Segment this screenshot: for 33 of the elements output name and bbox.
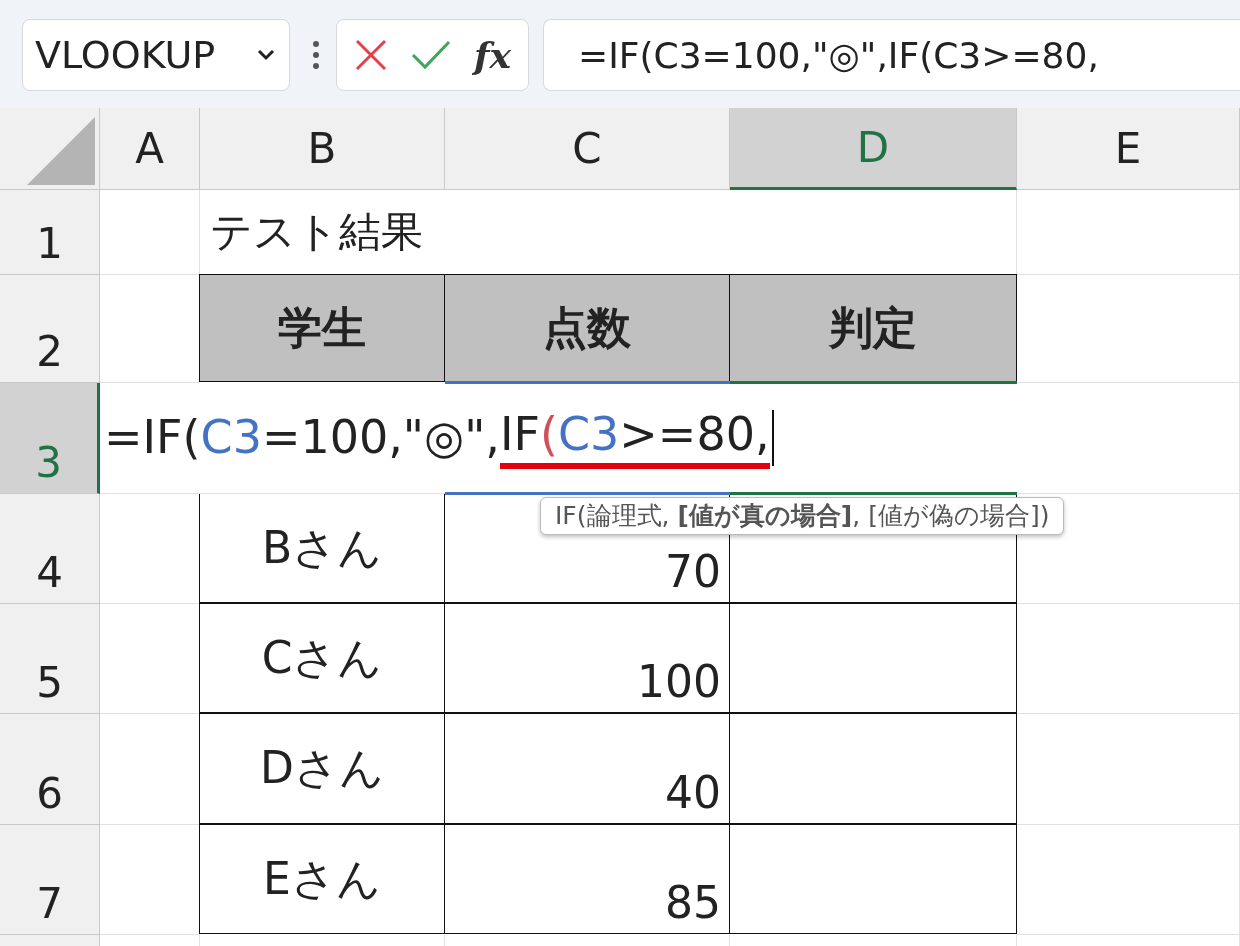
chevron-down-icon <box>257 49 275 61</box>
more-icon[interactable] <box>312 39 320 71</box>
table-cell: Eさん <box>199 824 445 934</box>
row-header[interactable]: 6 <box>0 714 100 825</box>
row-header[interactable]: 1 <box>0 190 100 275</box>
row-header[interactable]: 2 <box>0 275 100 383</box>
select-all-button[interactable] <box>0 108 100 190</box>
column-header[interactable]: E <box>1017 108 1240 190</box>
row-header[interactable]: 4 <box>0 494 100 604</box>
formula-field[interactable]: =IF(C3=100,"◎",IF(C3>=80, <box>543 19 1240 91</box>
header-cell: 判定 <box>729 274 1017 382</box>
row-header[interactable]: 7 <box>0 825 100 935</box>
table-cell: 85 <box>444 824 730 934</box>
table-cell: Bさん <box>199 493 445 603</box>
row-header[interactable]: 3 <box>0 383 100 494</box>
row-header[interactable]: 5 <box>0 604 100 714</box>
cancel-icon[interactable] <box>354 38 388 72</box>
column-header[interactable]: B <box>200 108 445 190</box>
column-header[interactable]: A <box>100 108 200 190</box>
header-cell: 点数 <box>444 274 730 382</box>
table-cell: Dさん <box>199 713 445 824</box>
column-header[interactable]: C <box>445 108 730 190</box>
name-box[interactable]: VLOOKUP <box>22 19 290 91</box>
table-cell: Cさん <box>199 603 445 713</box>
column-header[interactable]: D <box>730 108 1017 190</box>
checkmark-icon[interactable] <box>410 39 452 71</box>
function-tooltip: IF(論理式, [値が真の場合], [値が偽の場合]) <box>540 497 1065 535</box>
table-cell: 100 <box>444 603 730 713</box>
corner-triangle-icon <box>27 117 95 185</box>
insert-function-button[interactable]: fx <box>474 34 511 76</box>
header-cell: 学生 <box>199 274 445 382</box>
cell-edit-text[interactable]: =IF(C3=100,"◎",IF(C3>=80, <box>100 407 774 469</box>
table-cell: 40 <box>444 713 730 824</box>
